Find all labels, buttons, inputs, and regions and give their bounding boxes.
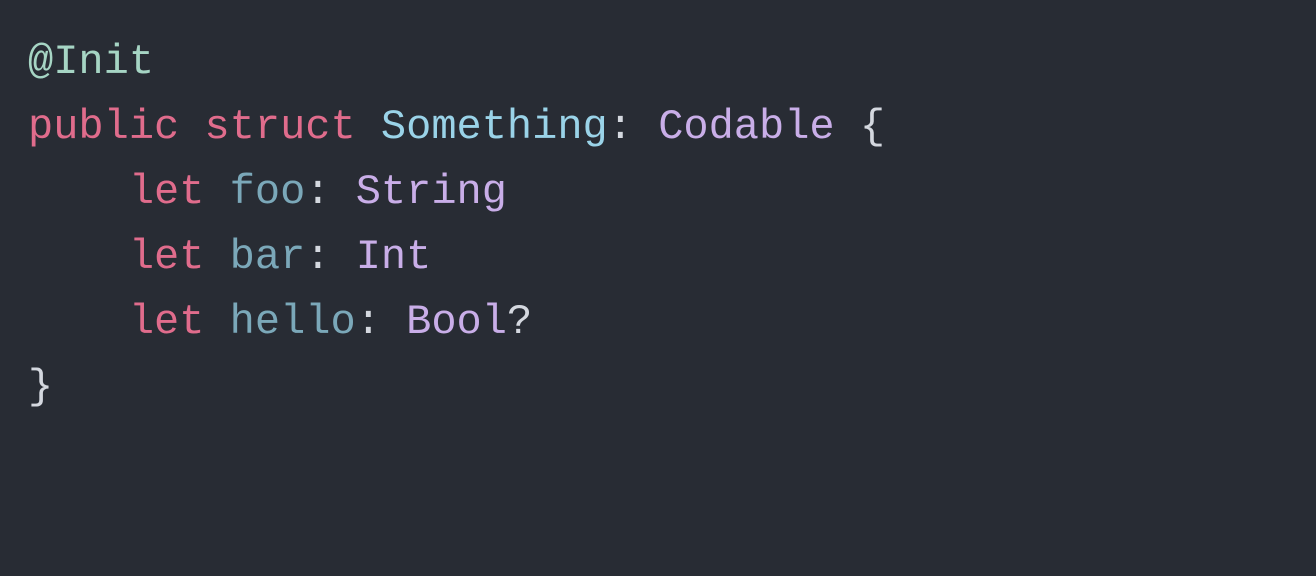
code-line-4: let bar: Int <box>28 225 1288 290</box>
code-line-6: } <box>28 355 1288 420</box>
optional-mark: ? <box>507 298 532 346</box>
code-line-1: @Init <box>28 30 1288 95</box>
keyword-let: let <box>129 168 205 216</box>
type: String <box>356 168 507 216</box>
colon: : <box>356 298 381 346</box>
protocol-name: Codable <box>658 103 834 151</box>
property-name: hello <box>230 298 356 346</box>
property-name: foo <box>230 168 306 216</box>
type: Bool <box>406 298 507 346</box>
attribute-annotation: @Init <box>28 38 154 86</box>
colon: : <box>305 233 330 281</box>
brace-open: { <box>860 103 885 151</box>
colon: : <box>305 168 330 216</box>
code-line-2: public struct Something: Codable { <box>28 95 1288 160</box>
keyword-let: let <box>129 233 205 281</box>
code-line-5: let hello: Bool? <box>28 290 1288 355</box>
code-block: @Init public struct Something: Codable {… <box>28 30 1288 421</box>
type-name: Something <box>381 103 608 151</box>
keyword-struct: struct <box>204 103 355 151</box>
keyword-public: public <box>28 103 179 151</box>
type: Int <box>356 233 432 281</box>
property-name: bar <box>230 233 306 281</box>
brace-close: } <box>28 363 53 411</box>
keyword-let: let <box>129 298 205 346</box>
colon: : <box>608 103 633 151</box>
code-line-3: let foo: String <box>28 160 1288 225</box>
